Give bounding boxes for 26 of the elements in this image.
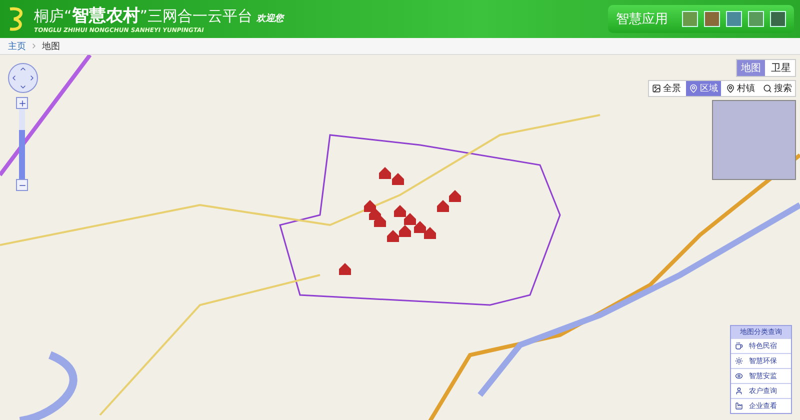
app-tile[interactable] xyxy=(726,11,742,27)
map-pin-icon xyxy=(689,84,698,93)
chevron-right-icon xyxy=(30,42,38,50)
zoom-slider[interactable] xyxy=(19,109,25,179)
map-tool-button[interactable]: 区域 xyxy=(686,81,721,96)
overview-map[interactable] xyxy=(712,100,796,180)
app-tile[interactable] xyxy=(682,11,698,27)
search-icon xyxy=(763,84,772,93)
zoom-out-button[interactable] xyxy=(16,179,28,191)
cup-icon xyxy=(735,342,743,350)
factory-icon xyxy=(735,402,743,410)
plus-icon xyxy=(18,98,26,108)
map-pin-icon xyxy=(726,84,735,93)
app-tile[interactable] xyxy=(748,11,764,27)
sun-icon xyxy=(735,357,743,365)
zoom-in-button[interactable] xyxy=(16,97,28,109)
app-tile[interactable] xyxy=(704,11,720,27)
image-icon xyxy=(652,84,661,93)
apps-label: 智慧应用 xyxy=(616,11,668,28)
platform-title: 桐庐“智慧农村”三网合一云平台 欢迎您 xyxy=(34,5,284,27)
app-tile[interactable] xyxy=(770,11,786,27)
eye-icon xyxy=(735,372,743,380)
breadcrumb-link[interactable]: 地图 xyxy=(42,40,60,52)
pan-control[interactable] xyxy=(8,63,38,93)
breadcrumb-link[interactable]: 主页 xyxy=(8,40,26,52)
person-icon xyxy=(735,387,743,395)
